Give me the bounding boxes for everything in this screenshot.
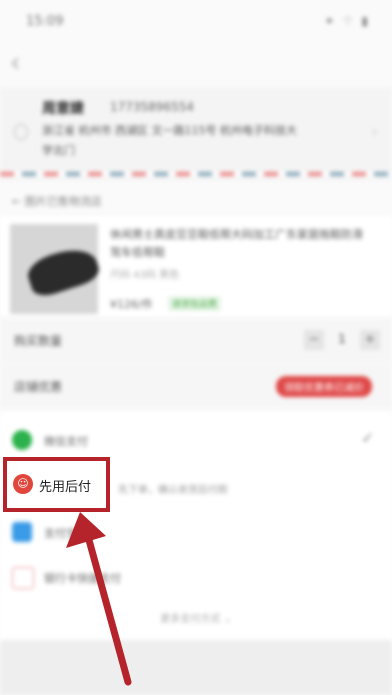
shipping-label: ← 图片已售物流店 — [12, 195, 102, 208]
coupon-row[interactable]: 店铺优惠 领取优惠券已减价 — [0, 364, 392, 408]
recipient-phone: 17735896554 — [110, 100, 194, 114]
shoe-shape — [23, 242, 103, 300]
product-title: 休闲男士真皮豆豆鞋低帮大码加工广东家居拖鞋防滑驾车低帮鞋 — [110, 228, 363, 259]
location-pin-icon — [14, 124, 28, 140]
coupon-label: 店铺优惠 — [14, 380, 63, 394]
envelope-stripe — [0, 172, 392, 176]
pay-later-description: 先下单，确认收货后付款 — [118, 485, 228, 496]
status-time: 15:09 — [26, 14, 64, 29]
back-arrow-icon[interactable]: ‹ — [10, 48, 20, 78]
status-icons: ✦ ⌔ ▮ — [324, 14, 370, 28]
bottom-bar — [0, 640, 392, 695]
alipay-label: 支付宝 — [44, 527, 77, 540]
payment-option-card[interactable]: 银行卡快捷支付 — [0, 557, 392, 597]
payment-option-pay-later[interactable]: ☺ 先用后付 — [3, 457, 110, 512]
quantity-label: 购买数量 — [14, 334, 63, 348]
address-line-2: 学北门 — [42, 144, 75, 157]
wechat-pay-label: 微信支付 — [44, 435, 88, 448]
card-pay-label: 银行卡快捷支付 — [44, 572, 121, 585]
product-sku: 尺码 43码 黑色 — [110, 270, 180, 281]
product-card[interactable]: 休闲男士真皮豆豆鞋低帮大码加工广东家居拖鞋防滑驾车低帮鞋 尺码 43码 黑色 ¥… — [0, 216, 392, 316]
chevron-right-icon: › — [371, 122, 378, 141]
more-payment-methods[interactable]: 更多支付方式 ⌄ — [0, 610, 392, 625]
status-bar: 15:09 ✦ ⌔ ▮ — [0, 0, 392, 40]
increment-button[interactable]: + — [360, 330, 380, 350]
decrement-button[interactable]: − — [304, 330, 324, 350]
payment-option-wechat[interactable]: 微信支付 ✓ — [0, 420, 392, 460]
quantity-row: 购买数量 − 1 + — [0, 318, 392, 362]
pay-later-label: 先用后付 — [39, 480, 92, 495]
return-shipping-tag: 退货包运费 — [168, 296, 222, 311]
recipient-name: 周意婕 — [42, 101, 84, 117]
coupon-badge[interactable]: 领取优惠券已减价 — [276, 376, 372, 397]
product-price: ¥126/件 — [110, 298, 153, 311]
alipay-icon — [12, 522, 32, 542]
shipping-label-text: 图片已售物流店 — [24, 195, 102, 208]
check-icon: ✓ — [361, 429, 374, 447]
quantity-value: 1 — [338, 332, 346, 346]
address-card[interactable]: 周意婕 17735896554 浙江省 杭州市 西湖区 文一路115号 杭州电子… — [0, 88, 392, 180]
pay-later-icon: ☺ — [13, 474, 33, 494]
address-line-1: 浙江省 杭州市 西湖区 文一路115号 杭州电子科技大 — [42, 124, 297, 137]
wechat-pay-icon — [12, 430, 32, 450]
payment-option-alipay[interactable]: 支付宝 — [0, 512, 392, 552]
quantity-stepper[interactable]: − 1 + — [304, 330, 380, 350]
bank-card-icon — [12, 567, 34, 589]
product-image — [10, 224, 103, 314]
payment-methods: 微信支付 ✓ 先下单，确认收货后付款 支付宝 银行卡快捷支付 更多支付方式 ⌄ — [0, 412, 392, 640]
